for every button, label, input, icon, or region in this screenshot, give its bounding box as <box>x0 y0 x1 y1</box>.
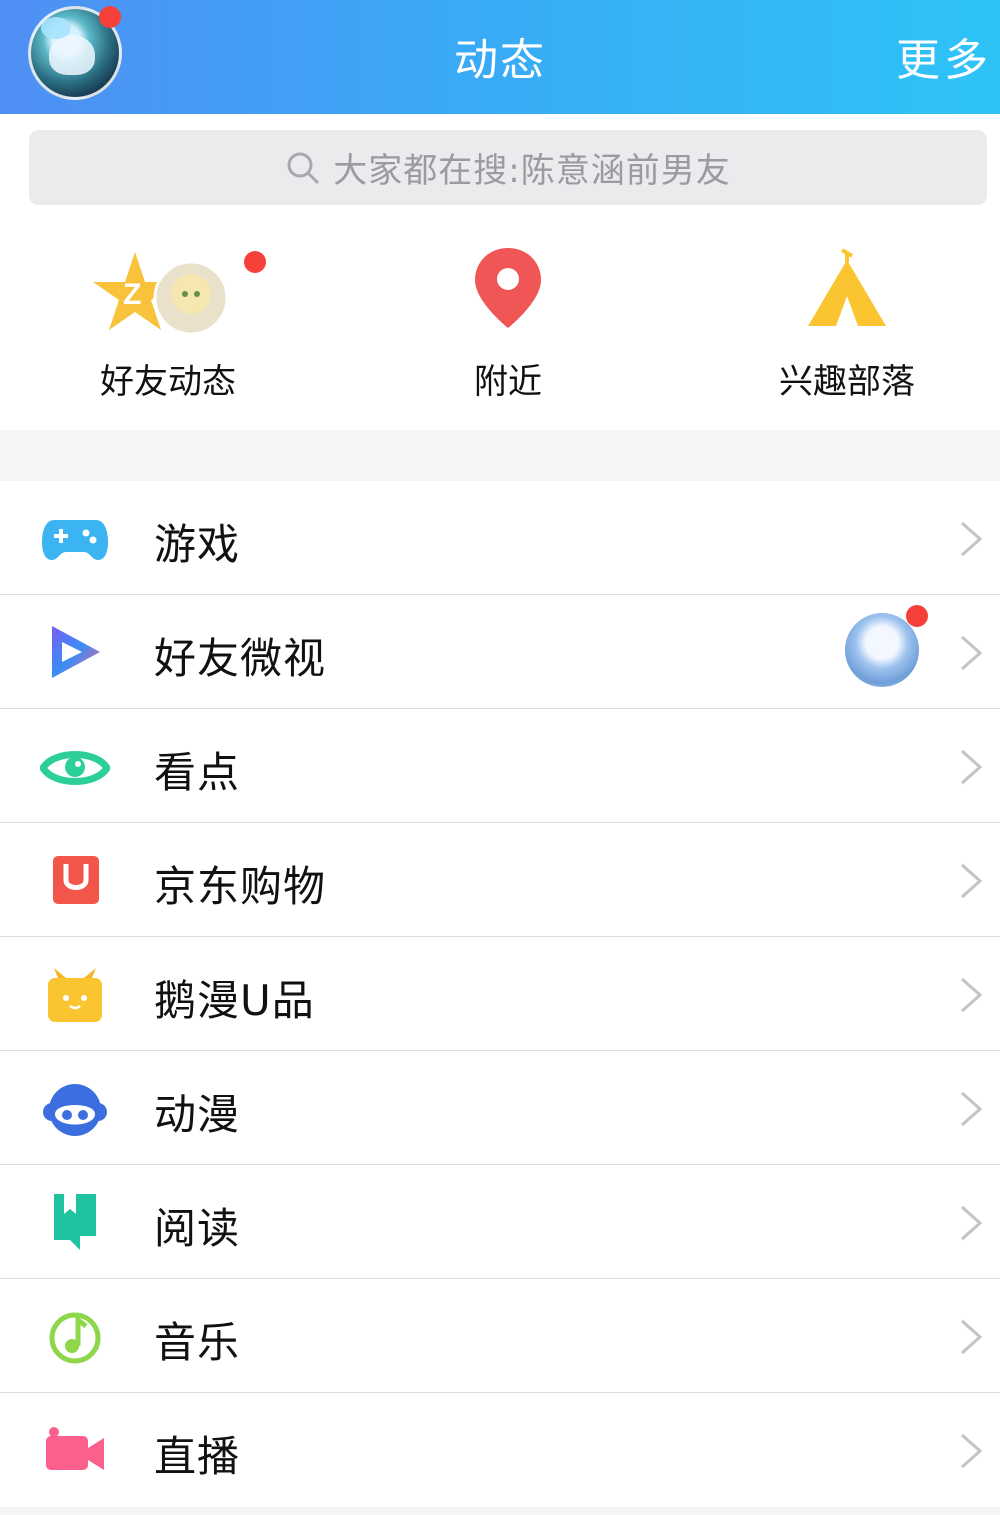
weishi-play-icon <box>52 626 100 678</box>
chevron-right-icon <box>961 863 983 899</box>
page-title: 动态 <box>454 35 546 86</box>
qzone-star-icon: Z <box>93 252 229 336</box>
quick-entry-interest-tribe[interactable]: 兴趣部落 <box>697 214 997 430</box>
quick-entries: Z 好友动态 附近 兴趣部落 <box>0 214 1000 430</box>
list-item-label: 京东购物 <box>154 862 327 911</box>
list-item-live[interactable]: 直播 <box>0 1393 1000 1507</box>
list-item-label: 游戏 <box>154 520 241 569</box>
gift-box-icon <box>48 968 102 1022</box>
search-placeholder: 大家都在搜:陈意涵前男友 <box>333 151 731 191</box>
chevron-right-icon <box>961 1433 983 1469</box>
list-item-music[interactable]: 音乐 <box>0 1279 1000 1393</box>
quick-entry-friend-feed[interactable]: Z 好友动态 <box>18 214 318 430</box>
tent-icon <box>808 248 886 326</box>
list-item-weishi[interactable]: 好友微视 <box>0 595 1000 709</box>
list-item-game[interactable]: 游戏 <box>0 481 1000 595</box>
search-section: 大家都在搜:陈意涵前男友 <box>0 114 1000 214</box>
quick-entry-label: 附近 <box>474 362 542 402</box>
book-icon <box>54 1194 96 1250</box>
list-item-label: 阅读 <box>154 1204 241 1253</box>
list-item-label: 音乐 <box>154 1318 241 1367</box>
more-button[interactable]: 更多 <box>896 24 992 88</box>
top-bar: 动态 更多 <box>0 0 1000 114</box>
chevron-right-icon <box>961 749 983 785</box>
quick-entry-nearby[interactable]: 附近 <box>358 214 658 430</box>
video-camera-icon <box>46 1427 104 1470</box>
eye-icon <box>40 751 110 785</box>
list-item-label: 直播 <box>154 1432 241 1481</box>
location-pin-icon <box>475 248 541 328</box>
chevron-right-icon <box>961 521 983 557</box>
list-item-jd-shopping[interactable]: 京东购物 <box>0 823 1000 937</box>
weishi-notification-dot <box>906 605 928 627</box>
list-item-label: 好友微视 <box>154 634 327 683</box>
shopping-bag-icon <box>53 856 99 904</box>
quick-entry-label: 兴趣部落 <box>779 362 915 402</box>
search-input[interactable]: 大家都在搜:陈意涵前男友 <box>29 130 987 205</box>
anime-face-icon <box>43 1084 107 1136</box>
chevron-right-icon <box>961 1319 983 1355</box>
svg-text:Z: Z <box>123 278 141 311</box>
weishi-friend-avatar <box>845 613 919 687</box>
search-icon <box>287 152 319 183</box>
quick-entry-label: 好友动态 <box>100 362 236 402</box>
list-item-reading[interactable]: 阅读 <box>0 1165 1000 1279</box>
music-note-icon <box>49 1312 101 1364</box>
chevron-right-icon <box>961 1205 983 1241</box>
list-item-label: 鹅漫U品 <box>154 976 315 1025</box>
friend-feed-notification-dot <box>244 251 266 273</box>
list-item-label: 动漫 <box>154 1090 241 1139</box>
gamepad-icon <box>42 520 108 560</box>
page: 动态 更多 大家都在搜:陈意涵前男友 Z 好友动态 附近 兴趣部落 游戏 好友微… <box>0 0 1000 1515</box>
list-item-eman-upin[interactable]: 鹅漫U品 <box>0 937 1000 1051</box>
list-item-label: 看点 <box>154 748 241 797</box>
chevron-right-icon <box>961 635 983 671</box>
chevron-right-icon <box>961 1091 983 1127</box>
feature-list: 游戏 好友微视 看点 京东购物 鹅漫U品 动漫 阅读 音乐 直播 <box>0 481 1000 1507</box>
chevron-right-icon <box>961 977 983 1013</box>
list-item-anime[interactable]: 动漫 <box>0 1051 1000 1165</box>
list-item-kandian[interactable]: 看点 <box>0 709 1000 823</box>
